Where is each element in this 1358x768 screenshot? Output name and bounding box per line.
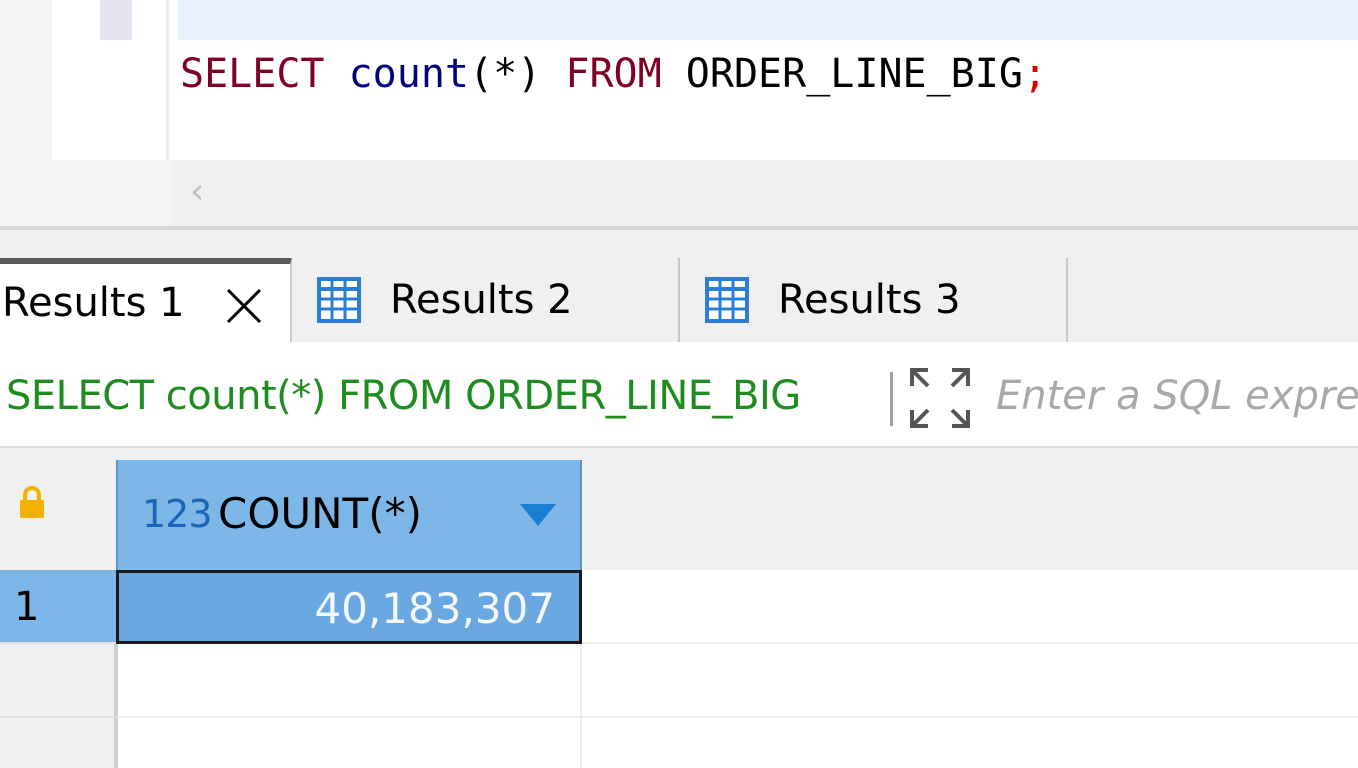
chevron-down-icon[interactable] xyxy=(518,502,558,528)
empty-row xyxy=(0,718,1358,768)
grid-icon xyxy=(705,277,749,323)
grid-icon xyxy=(317,277,361,323)
grid-corner-cell[interactable] xyxy=(0,460,116,570)
tab-label: Results 3 xyxy=(778,277,961,323)
tab-results-1[interactable]: Results 1 xyxy=(0,258,292,342)
function-count: count xyxy=(348,51,470,97)
expand-icon[interactable] xyxy=(908,366,972,430)
results-grid: 123 COUNT(*) 1 40,183,307 xyxy=(0,448,1358,768)
current-query-text[interactable]: SELECT count(*) FROM ORDER_LINE_BIG xyxy=(6,370,801,422)
horizontal-scrollbar[interactable]: ‹ xyxy=(170,160,1358,226)
keyword-select: SELECT xyxy=(180,51,325,97)
tab-label: Results 1 xyxy=(2,280,185,326)
table-cell-selected[interactable]: 40,183,307 xyxy=(116,570,582,644)
table-row[interactable]: 1 40,183,307 xyxy=(0,570,1358,644)
close-icon[interactable] xyxy=(222,284,266,328)
tab-results-2[interactable]: Results 2 xyxy=(292,258,680,342)
grid-filler xyxy=(582,644,1358,718)
results-tab-bar: Results 1 Results 2 Results 3 xyxy=(0,230,1358,572)
row-number-empty xyxy=(0,718,116,768)
keyword-from: FROM xyxy=(565,51,662,97)
cell-value: 40,183,307 xyxy=(314,584,555,633)
table-name: ORDER_LINE_BIG xyxy=(685,51,1023,97)
filter-input[interactable] xyxy=(996,366,1358,426)
lock-icon xyxy=(20,486,44,518)
sql-editor[interactable]: SELECT count(*) FROM ORDER_LINE_BIG; ‹ xyxy=(0,0,1358,230)
column-name: COUNT(*) xyxy=(218,489,422,538)
grid-filler xyxy=(582,718,1358,768)
scroll-left-icon[interactable]: ‹ xyxy=(190,172,204,212)
table-cell-empty xyxy=(116,644,582,718)
tab-label: Results 2 xyxy=(390,277,573,323)
grid-header-row: 123 COUNT(*) xyxy=(0,460,1358,570)
filter-separator xyxy=(890,372,893,426)
row-number-empty xyxy=(0,644,116,718)
column-header-count[interactable]: 123 COUNT(*) xyxy=(116,460,582,570)
current-line-highlight xyxy=(178,0,1358,40)
column-type-badge: 123 xyxy=(142,492,213,536)
code-line[interactable]: SELECT count(*) FROM ORDER_LINE_BIG; xyxy=(180,48,1047,100)
empty-row xyxy=(0,644,1358,718)
filter-bar: SELECT count(*) FROM ORDER_LINE_BIG xyxy=(0,342,1358,448)
table-cell-empty xyxy=(116,718,582,768)
ruler-marker xyxy=(100,0,132,40)
row-number[interactable]: 1 xyxy=(0,570,116,644)
function-args: (*) xyxy=(469,51,542,97)
tab-results-3[interactable]: Results 3 xyxy=(680,258,1068,342)
statement-terminator: ; xyxy=(1022,51,1048,97)
grid-filler xyxy=(582,570,1358,644)
